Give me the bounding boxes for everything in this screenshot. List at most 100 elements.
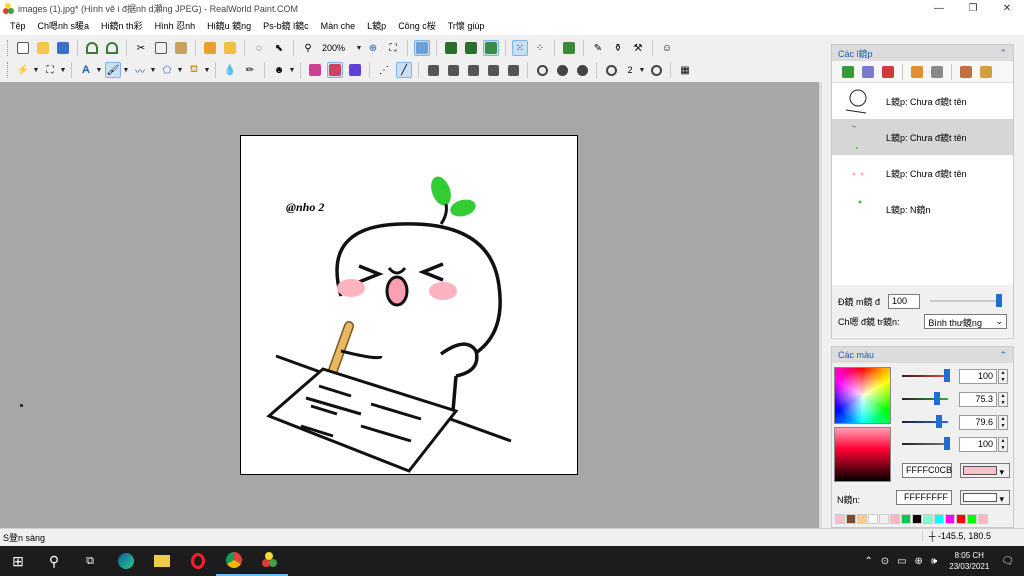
chevron-down-icon[interactable]: ▼ bbox=[95, 67, 103, 74]
channel-value-input[interactable]: 100 bbox=[959, 368, 997, 384]
fill-style-1-button[interactable] bbox=[425, 62, 441, 78]
palette-swatch[interactable] bbox=[978, 514, 988, 524]
fill-style-3-button[interactable] bbox=[465, 62, 481, 78]
layer-item[interactable]: L鏡p: N鏡n bbox=[832, 191, 1013, 227]
vertical-scrollbar[interactable] bbox=[819, 82, 822, 528]
chevron-down-icon[interactable]: ▼ bbox=[32, 67, 40, 74]
menu-layer[interactable]: L鏡p bbox=[361, 17, 392, 35]
brush-tool-button[interactable]: 🖌 bbox=[105, 62, 121, 78]
opacity-slider[interactable] bbox=[930, 294, 1002, 307]
pencil-button[interactable]: ✏ bbox=[242, 62, 258, 78]
volume-icon[interactable]: 🕪 bbox=[931, 556, 937, 567]
channel-slider-knob[interactable] bbox=[936, 415, 942, 428]
menu-image[interactable]: Hình 忍nh bbox=[149, 17, 202, 35]
chevron-down-icon[interactable]: ▼ bbox=[59, 67, 67, 74]
opera-taskbar-button[interactable] bbox=[180, 546, 216, 576]
spinner-icon[interactable]: ▲ ▼ bbox=[998, 368, 1008, 384]
layer-item[interactable]: L鏡p: Chưa đ鏡t tên bbox=[832, 155, 1013, 191]
palette-swatch[interactable] bbox=[879, 514, 889, 524]
palette-swatch[interactable] bbox=[857, 514, 867, 524]
palette-swatch[interactable] bbox=[901, 514, 911, 524]
blend-mode-select[interactable]: Bình thư鏡ng ⌄ bbox=[924, 313, 1007, 329]
add-layer-button[interactable] bbox=[840, 64, 856, 80]
effect-button[interactable]: ✎ bbox=[590, 40, 606, 56]
channel-value-input[interactable]: 75.3 bbox=[959, 391, 997, 407]
layer-copy-button[interactable] bbox=[202, 40, 218, 56]
close-button[interactable]: ✕ bbox=[990, 0, 1024, 17]
palette-swatch[interactable] bbox=[846, 514, 856, 524]
palette-swatch[interactable] bbox=[868, 514, 878, 524]
menu-tools[interactable]: Công c桜 bbox=[392, 17, 442, 35]
toolbar-grip[interactable] bbox=[7, 40, 10, 56]
palette-swatch[interactable] bbox=[923, 514, 933, 524]
channel-value-input[interactable]: 100 bbox=[959, 436, 997, 452]
user-button[interactable]: ☺ bbox=[659, 40, 675, 56]
layer-item[interactable]: L鏡p: Chưa đ鏡t tên bbox=[832, 119, 1013, 155]
menu-effects[interactable]: Hi鏡u 鏡ng bbox=[201, 17, 257, 35]
fill-style-2-button[interactable] bbox=[445, 62, 461, 78]
meet-now-icon[interactable]: ⊙ bbox=[881, 556, 889, 567]
cut-button[interactable]: ✂ bbox=[133, 40, 149, 56]
palette-swatch[interactable] bbox=[956, 514, 966, 524]
clock[interactable]: 8:05 CH 23/03/2021 bbox=[949, 550, 989, 572]
channel-value-input[interactable]: 79.6 bbox=[959, 414, 997, 430]
line-style-1-button[interactable]: ⋰ bbox=[376, 62, 392, 78]
zoom-in-button[interactable]: ⊕ bbox=[365, 40, 381, 56]
chevron-up-icon[interactable]: ⌃ bbox=[864, 556, 872, 567]
merge-layer-button[interactable] bbox=[929, 64, 945, 80]
spinner-icon[interactable]: ▲ ▼ bbox=[998, 414, 1008, 430]
palette-swatch[interactable] bbox=[967, 514, 977, 524]
opacity-input[interactable]: 100 bbox=[888, 293, 920, 309]
text-tool-button[interactable]: A bbox=[78, 62, 94, 78]
stamp-button[interactable]: ⚱ bbox=[610, 40, 626, 56]
maximize-button[interactable]: ❐ bbox=[956, 0, 990, 17]
chevron-down-icon[interactable]: ▼ bbox=[288, 67, 296, 74]
chevron-down-icon[interactable]: ▼ bbox=[176, 67, 184, 74]
menu-edit[interactable]: Ch嗯nh s暖a bbox=[32, 17, 96, 35]
channel-slider-knob[interactable] bbox=[934, 392, 940, 405]
fill-tool-button[interactable]: ⛾ bbox=[186, 62, 202, 78]
minimize-button[interactable]: — bbox=[922, 0, 956, 17]
antialias-button[interactable]: ▦ bbox=[677, 62, 693, 78]
new-file-button[interactable] bbox=[15, 40, 31, 56]
palette-swatch[interactable] bbox=[934, 514, 944, 524]
menu-mask[interactable]: Màn che bbox=[315, 17, 362, 35]
fill-style-4-button[interactable] bbox=[485, 62, 501, 78]
duplicate-layer-button[interactable] bbox=[909, 64, 925, 80]
palette-swatch[interactable] bbox=[835, 514, 845, 524]
battery-icon[interactable]: ▭ bbox=[897, 556, 906, 567]
primary-hex-input[interactable]: FFFFC0CB bbox=[902, 463, 952, 478]
realworld-paint-taskbar-button[interactable] bbox=[252, 546, 288, 576]
curve-tool-button[interactable]: 〰 bbox=[132, 62, 148, 78]
layer-props-button[interactable] bbox=[860, 64, 876, 80]
primary-color-select[interactable]: ▾ bbox=[960, 463, 1010, 478]
file-explorer-button[interactable] bbox=[144, 546, 180, 576]
channel-slider-knob[interactable] bbox=[944, 369, 950, 382]
layer-up-button[interactable] bbox=[958, 64, 974, 80]
menu-help[interactable]: Tr懷 giúp bbox=[442, 17, 491, 35]
spinner-icon[interactable]: ▲ ▼ bbox=[998, 391, 1008, 407]
blend-mode-1-button[interactable] bbox=[307, 62, 323, 78]
edge-taskbar-button[interactable] bbox=[108, 546, 144, 576]
chevron-down-icon[interactable]: ▼ bbox=[122, 67, 130, 74]
saturation-picker[interactable] bbox=[834, 427, 891, 482]
menu-file[interactable]: Tệp bbox=[4, 17, 32, 35]
lasso-button[interactable]: ◌ bbox=[251, 40, 267, 56]
windows-start-button[interactable]: ⊞ bbox=[0, 546, 36, 576]
menu-plugins[interactable]: Ps-b鏡 l鏡c bbox=[257, 17, 315, 35]
delete-layer-button[interactable] bbox=[880, 64, 896, 80]
clone-button[interactable]: ☻ bbox=[271, 62, 287, 78]
palette-swatch[interactable] bbox=[912, 514, 922, 524]
circle-style-2-button[interactable] bbox=[554, 62, 570, 78]
channel-slider[interactable] bbox=[902, 369, 950, 382]
zoom-level[interactable]: 200% bbox=[318, 43, 356, 53]
grid-alt-button[interactable] bbox=[463, 40, 479, 56]
chevron-down-icon[interactable]: ▼ bbox=[203, 67, 211, 74]
redo-button[interactable] bbox=[104, 40, 120, 56]
network-icon[interactable]: ⊕ bbox=[915, 556, 923, 567]
canvas-area[interactable]: @nho 2 bbox=[0, 82, 822, 528]
channel-slider[interactable] bbox=[902, 437, 950, 450]
magic-wand-button[interactable]: ⚡ bbox=[15, 62, 31, 78]
layer-item[interactable]: L鏡p: Chưa đ鏡t tên bbox=[832, 83, 1013, 119]
color-wheel[interactable] bbox=[834, 367, 891, 424]
